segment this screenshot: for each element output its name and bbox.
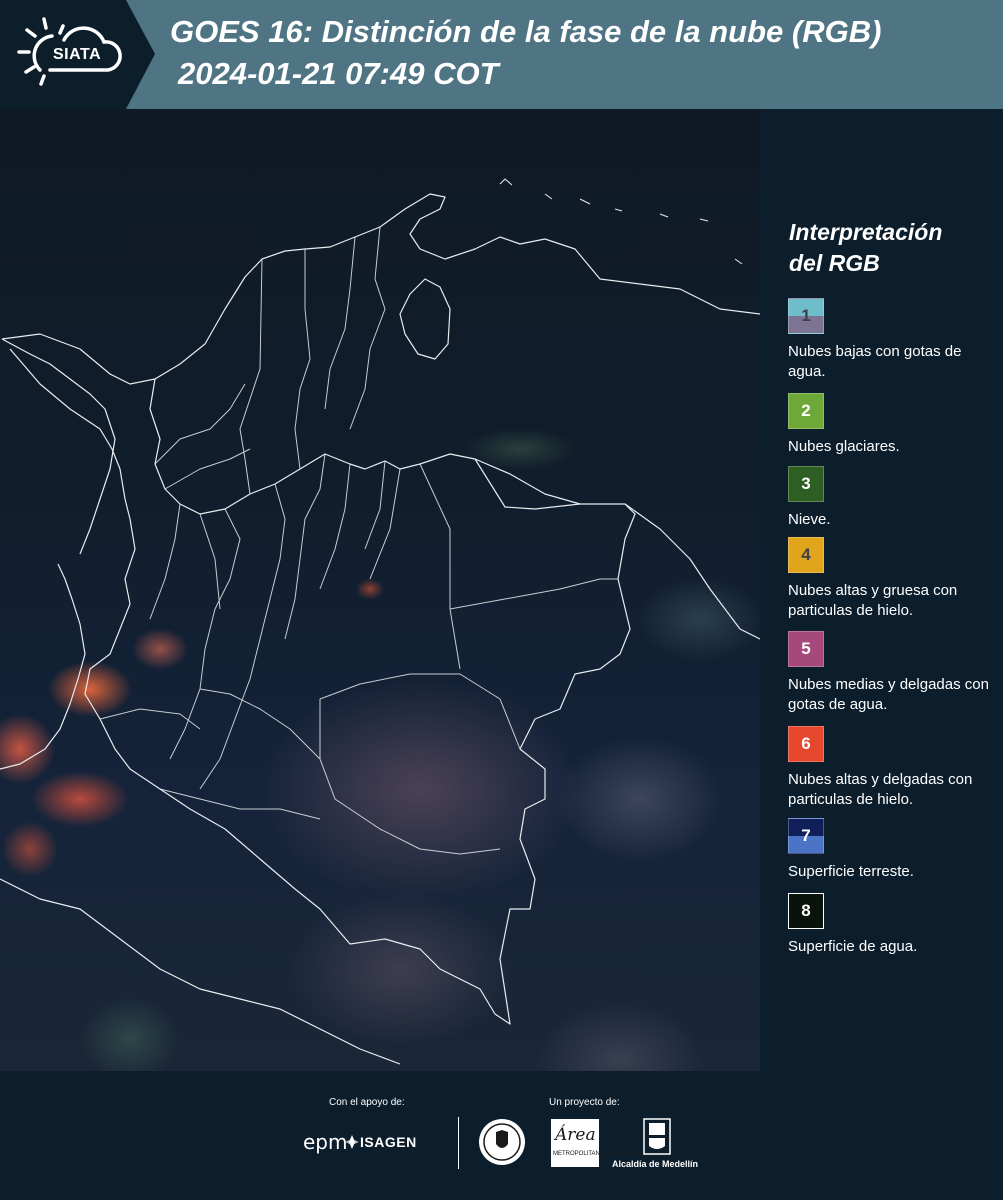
legend-label: Nieve. — [788, 511, 831, 528]
lake-maracaibo — [399, 278, 451, 360]
page-timestamp: 2024-01-21 07:49 COT — [178, 56, 499, 91]
panama-coast — [1, 338, 116, 555]
siata-logo: SIATA — [0, 0, 155, 109]
isagen-mark-icon — [345, 1135, 359, 1149]
legend-label: Nubes bajas con gotas de agua. — [788, 343, 962, 380]
southern-border — [0, 878, 401, 1065]
header-band: SIATA GOES 16: Distinción de la fase de … — [0, 0, 1003, 109]
isagen-logo: ISAGEN — [360, 1134, 417, 1150]
legend-number: 8 — [801, 901, 811, 920]
legend-label: Nubes altas y gruesa con particulas de h… — [788, 582, 958, 619]
legend-label: Superficie terreste. — [788, 863, 914, 880]
page-title: GOES 16: Distinción de la fase de la nub… — [170, 14, 882, 49]
footer: Con el apoyo de: Un proyecto de: epm ISA… — [0, 1071, 1003, 1200]
epm-logo: epm — [303, 1130, 348, 1154]
area-logo-text: Área — [555, 1125, 596, 1145]
department-lines — [99, 226, 618, 855]
legend-number: 4 — [801, 545, 811, 564]
legend-panel: Interpretación del RGB 1 Nubes bajas con… — [760, 109, 1003, 1071]
alcaldia-label: Alcaldía de Medellín — [612, 1159, 699, 1169]
satellite-map — [0, 109, 760, 1071]
area-metropolitana-logo: Área METROPOLITANA Valle de Aburrá — [551, 1119, 646, 1167]
support-label: Con el apoyo de: — [329, 1097, 405, 1108]
alcaldia-emblem-icon — [643, 1118, 671, 1155]
caribbean-coastline — [1, 193, 760, 385]
legend-label: Nubes medias y delgadas con gotas de agu… — [788, 676, 989, 713]
legend-number: 7 — [801, 826, 811, 845]
legend-label: Nubes glaciares. — [788, 438, 900, 455]
legend-number: 2 — [801, 401, 811, 420]
boundaries-overlay — [0, 178, 760, 1065]
colombia-border — [9, 348, 636, 1025]
legend-number: 3 — [801, 474, 811, 493]
footer-divider — [458, 1117, 459, 1169]
pacific-coastline — [0, 563, 86, 770]
legend-number: 5 — [801, 639, 811, 658]
project-label: Un proyecto de: — [549, 1097, 620, 1108]
islands — [499, 178, 743, 265]
seal-icon — [479, 1119, 525, 1165]
area-logo-subtitle: METROPOLITANA Valle de Aburrá — [553, 1151, 646, 1157]
legend-number: 1 — [801, 306, 811, 325]
legend-label: Nubes altas y delgadas con particulas de… — [788, 771, 973, 808]
logo-label: SIATA — [53, 46, 102, 63]
legend-number: 6 — [801, 734, 811, 753]
legend-title: Interpretación del RGB — [789, 219, 943, 276]
legend-label: Superficie de agua. — [788, 938, 918, 955]
venezuela-border — [474, 458, 760, 640]
